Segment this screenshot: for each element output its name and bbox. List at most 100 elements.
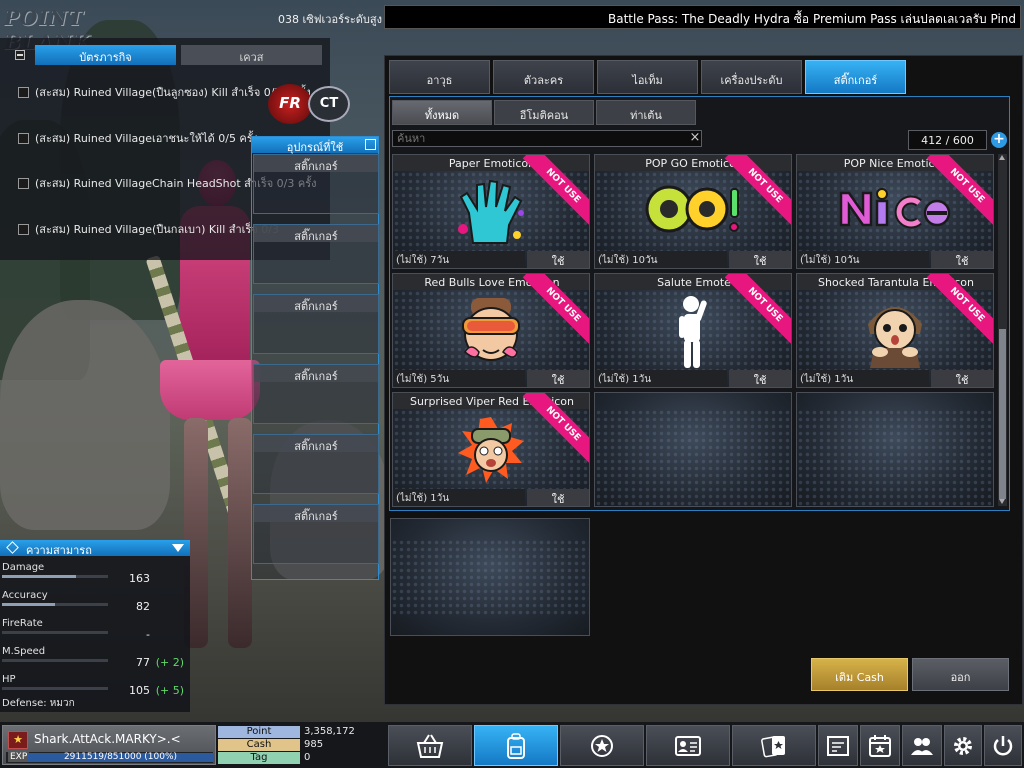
stat-name: Accuracy — [2, 590, 48, 601]
stat-bar — [2, 603, 108, 606]
tag-value: 0 — [304, 752, 311, 763]
diamond-icon — [6, 541, 19, 554]
stat-bar — [2, 687, 108, 690]
sticker-card[interactable]: Surprised Viper Red Emoticon NOT USE (ไม… — [392, 392, 590, 507]
scroll-down-icon[interactable] — [998, 498, 1007, 506]
sticker-card[interactable]: Paper Emoticon NOT USE (ไม่ใช้) 7วัน ใช้ — [392, 154, 590, 269]
subtab-all[interactable]: ทั้งหมด — [392, 100, 492, 125]
subtab-dances[interactable]: ท่าเต้น — [596, 100, 696, 125]
stat-name: HP — [2, 674, 16, 685]
expand-icon[interactable] — [365, 139, 376, 150]
news-ticker[interactable]: Battle Pass: The Deadly Hydra ซื้อ Premi… — [384, 5, 1021, 29]
background-rock — [0, 300, 170, 530]
power-exit-icon[interactable] — [984, 725, 1022, 766]
card-title: Surprised Viper Red Emoticon — [393, 393, 589, 409]
equip-slot[interactable]: สติ๊กเกอร์ — [253, 154, 379, 214]
use-button[interactable]: ใช้ — [931, 370, 993, 387]
tab-characters[interactable]: ตัวละคร — [493, 60, 594, 94]
caret-down-icon[interactable] — [172, 544, 184, 552]
exit-button[interactable]: ออก — [912, 658, 1009, 691]
stat-row: FireRate - — [2, 618, 188, 646]
calendar-event-icon[interactable] — [860, 725, 900, 766]
clan-emblem-icon[interactable] — [560, 725, 644, 766]
salute-figure-icon — [671, 294, 715, 373]
shocked-tarantula-icon — [860, 294, 930, 373]
inventory-scrollbar[interactable] — [998, 154, 1007, 506]
empty-slot — [796, 392, 994, 507]
expand-capacity-button[interactable]: + — [991, 132, 1007, 148]
use-button[interactable]: ใช้ — [527, 370, 589, 387]
use-button[interactable]: ใช้ — [527, 251, 589, 268]
stat-value: 105 — [129, 684, 150, 697]
scroll-thumb[interactable] — [999, 329, 1006, 499]
inventory-window: อาวุธ ตัวละคร ไอเท็ม เครื่องประดับ สติ๊ก… — [384, 55, 1023, 705]
use-button[interactable]: ใช้ — [931, 251, 993, 268]
equip-slot-label: สติ๊กเกอร์ — [254, 365, 378, 383]
card-duration: (ไม่ใช้) 1วัน — [393, 489, 525, 506]
cash-value: 985 — [304, 739, 324, 750]
community-icon[interactable] — [902, 725, 942, 766]
mission-checkbox[interactable] — [18, 177, 29, 189]
shop-basket-icon[interactable] — [388, 725, 472, 766]
stat-value: 82 — [136, 600, 150, 613]
stat-name: Damage — [2, 562, 45, 573]
server-label: 038 เซิฟเวอร์ระดับสูง — [278, 13, 382, 26]
point-label: Point — [218, 726, 300, 738]
equip-slot[interactable]: สติ๊กเกอร์ — [253, 364, 379, 424]
search-input[interactable] — [392, 130, 702, 147]
scroll-up-icon[interactable] — [998, 154, 1007, 162]
battle-pass-icon[interactable] — [818, 725, 858, 766]
star-rank-icon: ★ — [8, 731, 28, 749]
item-preview — [390, 518, 590, 636]
card-title: Shocked Tarantula Emoticon — [797, 274, 993, 290]
tab-items[interactable]: ไอเท็ม — [597, 60, 698, 94]
subtab-emoticons[interactable]: อีโมติคอน — [494, 100, 594, 125]
mission-checkbox[interactable] — [18, 223, 29, 235]
equip-slot[interactable]: สติ๊กเกอร์ — [253, 434, 379, 494]
character-skirt — [160, 360, 260, 420]
stat-row: Damage 163 — [2, 562, 188, 590]
tab-mission-cards[interactable]: บัตรภารกิจ — [35, 45, 176, 65]
use-button[interactable]: ใช้ — [729, 370, 791, 387]
stats-title[interactable]: ความสามารถ — [0, 540, 190, 557]
use-button[interactable]: ใช้ — [729, 251, 791, 268]
sticker-card[interactable]: Shocked Tarantula Emoticon NOT USE (ไม่ใ… — [796, 273, 994, 388]
equip-slot-label: สติ๊กเกอร์ — [254, 505, 378, 523]
stat-bonus: (+ 2) — [155, 656, 184, 669]
equip-slot[interactable]: สติ๊กเกอร์ — [253, 224, 379, 284]
tab-accessories[interactable]: เครื่องประดับ — [701, 60, 802, 94]
sticker-card[interactable]: POP GO Emoticon NOT USE (ไม่ใช้) 10วัน ใ… — [594, 154, 792, 269]
card-duration: (ไม่ใช้) 1วัน — [595, 370, 727, 387]
empty-slot — [594, 392, 792, 507]
equip-slot-label: สติ๊กเกอร์ — [254, 295, 378, 313]
tab-stickers[interactable]: สติ๊กเกอร์ — [805, 60, 906, 94]
character-leg — [228, 418, 252, 648]
mission-checkbox[interactable] — [18, 86, 29, 98]
equip-slot-label: สติ๊กเกอร์ — [254, 435, 378, 453]
game-logo: POINT BLANK — [4, 6, 90, 54]
clear-search-icon[interactable]: × — [688, 131, 702, 145]
tab-weapons[interactable]: อาวุธ — [389, 60, 490, 94]
card-title: Red Bulls Love Emoticon — [393, 274, 589, 290]
equip-slot[interactable]: สติ๊กเกอร์ — [253, 294, 379, 354]
inventory-backpack-icon[interactable] — [474, 725, 558, 766]
mission-collapse-toggle[interactable] — [15, 50, 25, 60]
card-background — [595, 409, 791, 506]
mission-checkbox[interactable] — [18, 132, 29, 144]
sticker-card[interactable]: Salute Emote NOT USE (ไม่ใช้) 1วัน ใช้ — [594, 273, 792, 388]
equip-slot[interactable]: สติ๊กเกอร์ — [253, 504, 379, 564]
use-button[interactable]: ใช้ — [527, 489, 589, 506]
profile-card-icon[interactable] — [646, 725, 730, 766]
red-bulls-love-icon — [451, 294, 531, 373]
player-info[interactable]: ★ Shark.AttAck.MARKY>.< EXP 2911519/8510… — [2, 725, 216, 765]
card-collection-icon[interactable] — [732, 725, 816, 766]
top-up-cash-button[interactable]: เติม Cash — [811, 658, 908, 691]
equipped-items-panel: อุปกรณ์ที่ใช้ สติ๊กเกอร์ สติ๊กเกอร์ สติ๊… — [251, 136, 379, 580]
sticker-card[interactable]: Red Bulls Love Emoticon NOT USE (ไม่ใช้)… — [392, 273, 590, 388]
tab-quests[interactable]: เควส — [181, 45, 322, 65]
player-name: Shark.AttAck.MARKY>.< — [34, 732, 181, 746]
currency-tag: Tag 0 — [218, 752, 384, 764]
stat-bar — [2, 659, 108, 662]
sticker-card[interactable]: POP Nice Emoticon NOT USE (ไม่ใช้) 10วัน… — [796, 154, 994, 269]
settings-gear-icon[interactable] — [944, 725, 982, 766]
